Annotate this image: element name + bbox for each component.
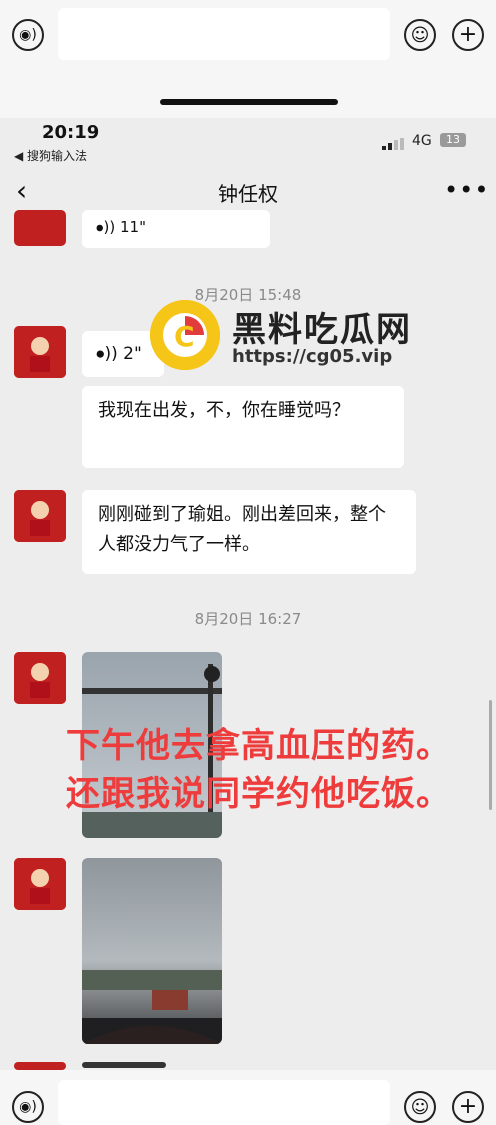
home-indicator <box>160 99 338 105</box>
voice-mode-button[interactable]: ◉) <box>12 1091 44 1123</box>
voice-duration: 2" <box>123 344 142 364</box>
emoji-icon: ☺ <box>410 1096 430 1118</box>
voice-icon: ◉) <box>19 1099 37 1115</box>
plus-button[interactable]: + <box>452 19 484 51</box>
contact-avatar[interactable] <box>14 652 66 704</box>
contact-avatar[interactable] <box>14 326 66 378</box>
contact-avatar[interactable] <box>14 1062 66 1070</box>
voice-message[interactable]: ⦁)) 11" <box>82 210 270 248</box>
svg-text:C: C <box>174 320 195 353</box>
plus-icon: + <box>458 22 478 47</box>
emoji-button[interactable]: ☺ <box>404 19 436 51</box>
text-message[interactable]: 刚刚碰到了瑜姐。刚出差回来，整个人都没力气了一样。 <box>82 490 416 574</box>
contact-avatar[interactable] <box>14 210 66 246</box>
watermark-logo: C <box>150 300 220 370</box>
contact-avatar[interactable] <box>14 858 66 910</box>
voice-icon: ⦁)) <box>96 218 116 236</box>
battery-level: 13 <box>440 133 466 147</box>
back-to-app-link[interactable]: ◀ 搜狗输入法 <box>14 147 87 164</box>
plus-button[interactable]: + <box>452 1091 484 1123</box>
contact-name: 钟任权 <box>218 182 278 206</box>
text-message[interactable]: 我现在出发，不，你在睡觉吗？ <box>82 386 404 468</box>
status-time: 20:19 <box>42 122 100 143</box>
message-input[interactable] <box>58 1080 390 1125</box>
message-partial <box>82 1062 166 1068</box>
message-input[interactable] <box>58 8 390 60</box>
avatar-image <box>14 490 66 542</box>
voice-icon: ◉) <box>19 27 37 43</box>
photo-image <box>82 858 222 1044</box>
avatar-image <box>14 652 66 704</box>
voice-duration: 11" <box>120 218 146 236</box>
avatar-image <box>14 858 66 910</box>
emoji-button[interactable]: ☺ <box>404 1091 436 1123</box>
avatar-image <box>14 326 66 378</box>
contact-avatar[interactable] <box>14 490 66 542</box>
voice-icon: ⦁)) <box>96 344 118 364</box>
watermark-title: 黑料吃瓜网 <box>232 310 412 350</box>
emoji-icon: ☺ <box>410 24 430 46</box>
timestamp: 8月20日 16:27 <box>194 610 302 628</box>
plus-icon: + <box>458 1094 478 1119</box>
overlay-caption-line-1: 下午他去拿高血压的药。 <box>66 726 451 766</box>
voice-mode-button[interactable]: ◉) <box>12 19 44 51</box>
watermark-url: https://cg05.vip <box>232 346 393 367</box>
overlay-caption-line-2: 还跟我说同学约他吃饭。 <box>66 774 451 814</box>
more-button[interactable]: ••• <box>444 176 489 204</box>
photo-message[interactable] <box>82 858 222 1044</box>
scrollbar[interactable] <box>489 700 492 810</box>
signal-icon <box>382 135 404 154</box>
more-icon: ••• <box>444 176 490 204</box>
network-type: 4G <box>412 133 432 149</box>
